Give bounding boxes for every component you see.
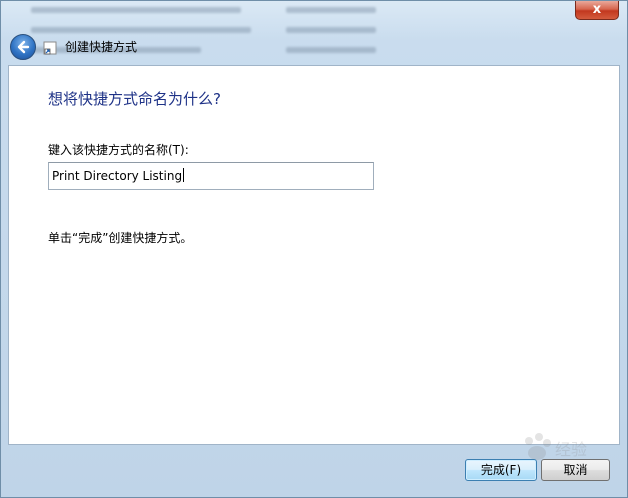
close-button[interactable]: x: [575, 1, 619, 20]
page-heading: 想将快捷方式命名为什么?: [48, 90, 221, 108]
finish-button[interactable]: 完成(F): [465, 459, 537, 481]
back-button[interactable]: [10, 34, 36, 60]
back-arrow-icon: [17, 40, 30, 54]
cancel-button[interactable]: 取消: [541, 459, 610, 481]
shortcut-icon: [43, 41, 57, 55]
finish-hint-text: 单击“完成”创建快捷方式。: [48, 231, 193, 245]
svg-text:经验: 经验: [555, 440, 587, 459]
create-shortcut-dialog: x 创建快捷方式 想将快捷方式命名为什么? 键入该快捷方式的名称(T): Pri…: [0, 0, 628, 498]
close-icon: x: [592, 2, 602, 17]
shortcut-name-label: 键入该快捷方式的名称(T):: [48, 143, 189, 157]
window-title: 创建快捷方式: [65, 40, 138, 54]
shortcut-name-input[interactable]: Print Directory Listing: [48, 162, 374, 190]
text-caret: [183, 168, 185, 182]
shortcut-name-value: Print Directory Listing: [52, 169, 183, 183]
wizard-content-panel: 想将快捷方式命名为什么? 键入该快捷方式的名称(T): Print Direct…: [8, 65, 620, 445]
